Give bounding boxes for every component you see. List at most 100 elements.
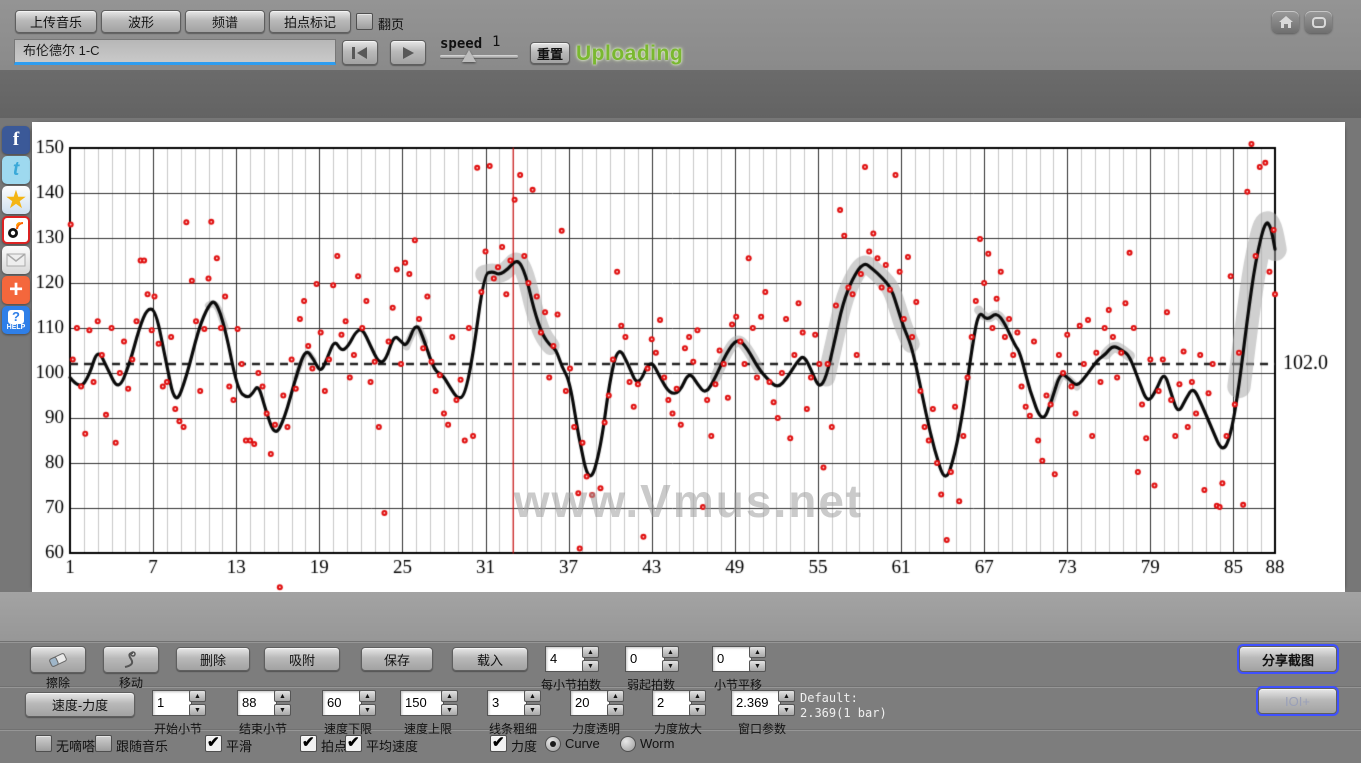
spinner-结束小节-down[interactable]: ▼ xyxy=(274,704,291,716)
spinner-弱起拍数-down[interactable]: ▼ xyxy=(662,660,679,672)
spinner-开始小节-up[interactable]: ▲ xyxy=(189,690,206,702)
checkbox-力度[interactable] xyxy=(490,735,507,752)
qzone-share-button[interactable]: ★ xyxy=(2,186,30,214)
save-button[interactable]: 保存 xyxy=(361,647,433,671)
spinner-力度透明-value[interactable]: 20 xyxy=(570,690,610,716)
spinner-结束小节-up[interactable]: ▲ xyxy=(274,690,291,702)
snap-button[interactable]: 吸附 xyxy=(264,647,340,671)
spinner-窗口参数-down[interactable]: ▼ xyxy=(778,704,795,716)
radio-Curve[interactable] xyxy=(545,736,561,752)
weibo-icon xyxy=(6,220,26,240)
checkbox-平滑[interactable] xyxy=(205,735,222,752)
spinner-力度透明-down[interactable]: ▼ xyxy=(607,704,624,716)
question-icon: ? xyxy=(8,310,24,324)
envelope-icon xyxy=(6,253,26,267)
help-label: HELP xyxy=(7,324,26,331)
erase-tool-button[interactable] xyxy=(30,646,86,673)
spectrum-button[interactable]: 频谱 xyxy=(185,10,265,33)
load-button[interactable]: 载入 xyxy=(452,647,528,671)
spinner-开始小节-value[interactable]: 1 xyxy=(152,690,192,716)
ioi-button[interactable]: IOI+ xyxy=(1258,688,1337,714)
spinner-力度放大-value[interactable]: 2 xyxy=(652,690,692,716)
spinner-速度上限-value[interactable]: 150 xyxy=(400,690,444,716)
beat-mark-button[interactable]: 拍点标记 xyxy=(269,10,351,33)
spinner-窗口参数-up[interactable]: ▲ xyxy=(778,690,795,702)
delete-button[interactable]: 删除 xyxy=(176,647,250,671)
spinner-窗口参数-value[interactable]: 2.369 xyxy=(731,690,781,716)
spinner-窗口参数-label: 窗口参数 xyxy=(713,720,811,737)
erase-tool-label: 擦除 xyxy=(30,674,86,691)
spinner-速度下限-value[interactable]: 60 xyxy=(322,690,362,716)
play-icon xyxy=(401,46,415,60)
move-tool-label: 移动 xyxy=(103,674,159,691)
waveform-button[interactable]: 波形 xyxy=(101,10,181,33)
email-share-button[interactable] xyxy=(2,246,30,274)
spinner-每小节拍数-value[interactable]: 4 xyxy=(545,646,585,672)
twitter-share-button[interactable]: t xyxy=(2,156,30,184)
prev-button[interactable] xyxy=(342,40,378,65)
plus-icon: + xyxy=(9,276,23,304)
spinner-速度下限-down[interactable]: ▼ xyxy=(359,704,376,716)
reset-button[interactable]: 重置 xyxy=(530,42,570,64)
spinner-速度下限-arrows: ▲▼ xyxy=(359,690,376,716)
radio-label-Worm: Worm xyxy=(640,736,674,751)
fullscreen-button[interactable] xyxy=(1305,11,1332,33)
facebook-icon: f xyxy=(13,129,19,151)
spinner-力度放大-down[interactable]: ▼ xyxy=(689,704,706,716)
spinner-开始小节-arrows: ▲▼ xyxy=(189,690,206,716)
help-button[interactable]: ? HELP xyxy=(2,306,30,334)
spinner-结束小节-label: 结束小节 xyxy=(219,720,307,737)
spinner-弱起拍数-value[interactable]: 0 xyxy=(625,646,665,672)
spinner-线条粗细-value[interactable]: 3 xyxy=(487,690,527,716)
spinner-弱起拍数-arrows: ▲▼ xyxy=(662,646,679,672)
spinner-速度上限-label: 速度上限 xyxy=(382,720,474,737)
play-button[interactable] xyxy=(390,40,426,65)
move-curve-icon xyxy=(121,651,141,669)
home-icon xyxy=(1278,15,1294,29)
spinner-每小节拍数-down[interactable]: ▼ xyxy=(582,660,599,672)
upload-music-button[interactable]: 上传音乐 xyxy=(15,10,97,33)
spinner-线条粗细-down[interactable]: ▼ xyxy=(524,704,541,716)
move-tool-button[interactable] xyxy=(103,646,159,673)
spinner-速度下限-up[interactable]: ▲ xyxy=(359,690,376,702)
spinner-线条粗细-up[interactable]: ▲ xyxy=(524,690,541,702)
window-param-default: Default:2.369(1 bar) xyxy=(800,691,887,721)
speed-slider[interactable] xyxy=(440,55,518,58)
checkbox-跟随音乐[interactable] xyxy=(95,735,112,752)
speed-value: 1 xyxy=(492,34,500,50)
home-button[interactable] xyxy=(1272,11,1299,33)
checkbox-拍点[interactable] xyxy=(300,735,317,752)
spinner-力度放大-up[interactable]: ▲ xyxy=(689,690,706,702)
spinner-每小节拍数-up[interactable]: ▲ xyxy=(582,646,599,658)
page-turn-label: 翻页 xyxy=(378,14,404,33)
facebook-share-button[interactable]: f xyxy=(2,126,30,154)
checkbox-label-平均速度: 平均速度 xyxy=(366,736,418,755)
skip-back-icon xyxy=(351,46,369,60)
spinner-力度放大-label: 力度放大 xyxy=(634,720,722,737)
radio-Worm[interactable] xyxy=(620,736,636,752)
spinner-弱起拍数-up[interactable]: ▲ xyxy=(662,646,679,658)
spinner-小节平移-down[interactable]: ▼ xyxy=(749,660,766,672)
spinner-窗口参数-arrows: ▲▼ xyxy=(778,690,795,716)
tempo-chart[interactable] xyxy=(32,122,1345,592)
checkbox-无嘀嗒[interactable] xyxy=(35,735,52,752)
checkbox-label-无嘀嗒: 无嘀嗒 xyxy=(56,736,95,755)
addthis-button[interactable]: + xyxy=(2,276,30,304)
spinner-速度上限-down[interactable]: ▼ xyxy=(441,704,458,716)
spinner-线条粗细-label: 线条粗细 xyxy=(469,720,557,737)
spinner-小节平移-value[interactable]: 0 xyxy=(712,646,752,672)
filename-input[interactable]: 布伦德尔 1-C xyxy=(14,39,336,65)
weibo-share-button[interactable] xyxy=(2,216,30,244)
checkbox-平均速度[interactable] xyxy=(345,735,362,752)
spinner-开始小节-down[interactable]: ▼ xyxy=(189,704,206,716)
spinner-速度上限-up[interactable]: ▲ xyxy=(441,690,458,702)
share-screenshot-button[interactable]: 分享截图 xyxy=(1239,646,1337,672)
spinner-结束小节-value[interactable]: 88 xyxy=(237,690,277,716)
tempo-dynamics-button[interactable]: 速度-力度 xyxy=(25,692,135,717)
spinner-小节平移-up[interactable]: ▲ xyxy=(749,646,766,658)
spinner-结束小节-arrows: ▲▼ xyxy=(274,690,291,716)
speed-slider-thumb[interactable] xyxy=(462,50,476,62)
spinner-力度透明-up[interactable]: ▲ xyxy=(607,690,624,702)
page-turn-checkbox[interactable] xyxy=(356,13,373,30)
eraser-icon xyxy=(47,652,69,668)
